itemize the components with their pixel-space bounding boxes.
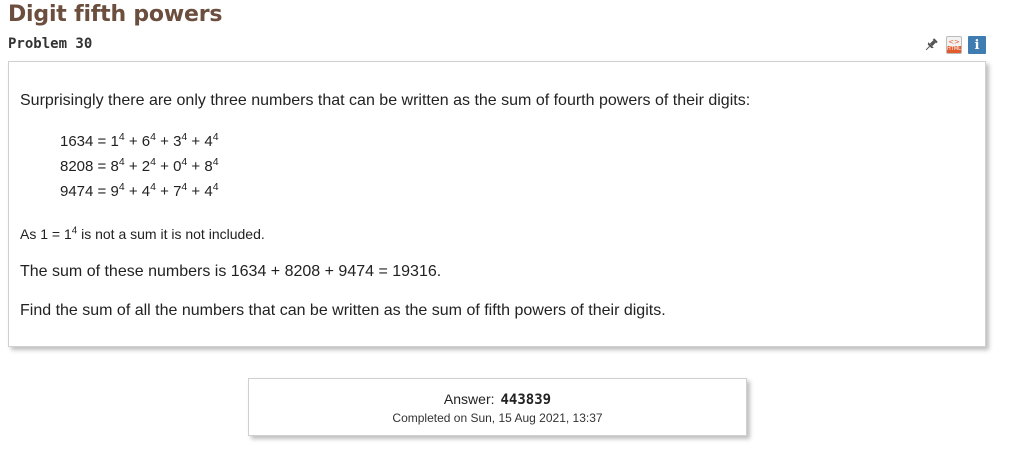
note-paragraph: As 1 = 14 is not a sum it is not include… (20, 225, 265, 242)
intro-paragraph: Surprisingly there are only three number… (20, 92, 751, 109)
task-paragraph: Find the sum of all the numbers that can… (20, 302, 666, 319)
answer-label: Answer: (443, 391, 495, 407)
problem-toolbar: <> HTML i (922, 36, 986, 54)
page-title: Digit fifth powers (8, 2, 223, 27)
answer-box: Answer: 443839 Completed on Sun, 15 Aug 2… (248, 378, 747, 436)
equation-line: 1634 = 14 + 64 + 34 + 44 (60, 131, 219, 150)
info-icon[interactable]: i (968, 36, 986, 54)
pin-icon[interactable] (922, 36, 940, 54)
completed-timestamp: Completed on Sun, 15 Aug 2021, 13:37 (392, 411, 603, 425)
equation-line: 9474 = 94 + 44 + 74 + 44 (60, 181, 219, 200)
sum-paragraph: The sum of these numbers is 1634 + 8208 … (20, 263, 442, 280)
answer-line: Answer: 443839 (249, 391, 746, 408)
problem-number: Problem 30 (8, 36, 93, 52)
answer-value: 443839 (500, 392, 552, 408)
problem-content: Surprisingly there are only three number… (8, 61, 986, 347)
equation-line: 8208 = 84 + 24 + 04 + 84 (60, 156, 219, 175)
html-icon[interactable]: <> HTML (946, 36, 962, 54)
